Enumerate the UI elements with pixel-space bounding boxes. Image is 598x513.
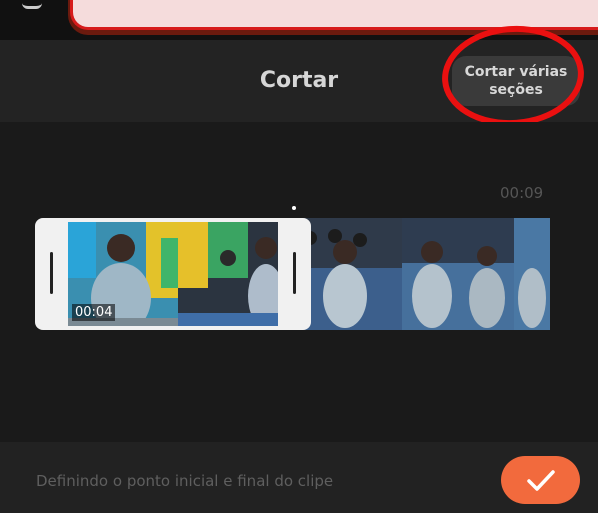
trim-end-handle[interactable]: [278, 218, 311, 330]
status-text: Definindo o ponto inicial e final do cli…: [36, 472, 334, 490]
checkmark-icon: [527, 470, 555, 491]
end-time: 00:09: [500, 184, 544, 202]
selection-border-top: [65, 218, 281, 222]
clip-duration: 00:04: [72, 304, 116, 321]
confirm-button[interactable]: [501, 456, 580, 504]
grip-icon: [50, 252, 53, 294]
back-icon[interactable]: [22, 0, 42, 9]
selection-border-bottom: [65, 326, 281, 330]
trim-start-handle[interactable]: [35, 218, 68, 330]
trim-selection: 00:04: [35, 218, 311, 330]
playhead[interactable]: [292, 206, 296, 210]
grip-icon: [293, 252, 296, 294]
filmstrip-frame: [402, 218, 514, 330]
filmstrip-frame: [514, 218, 550, 330]
